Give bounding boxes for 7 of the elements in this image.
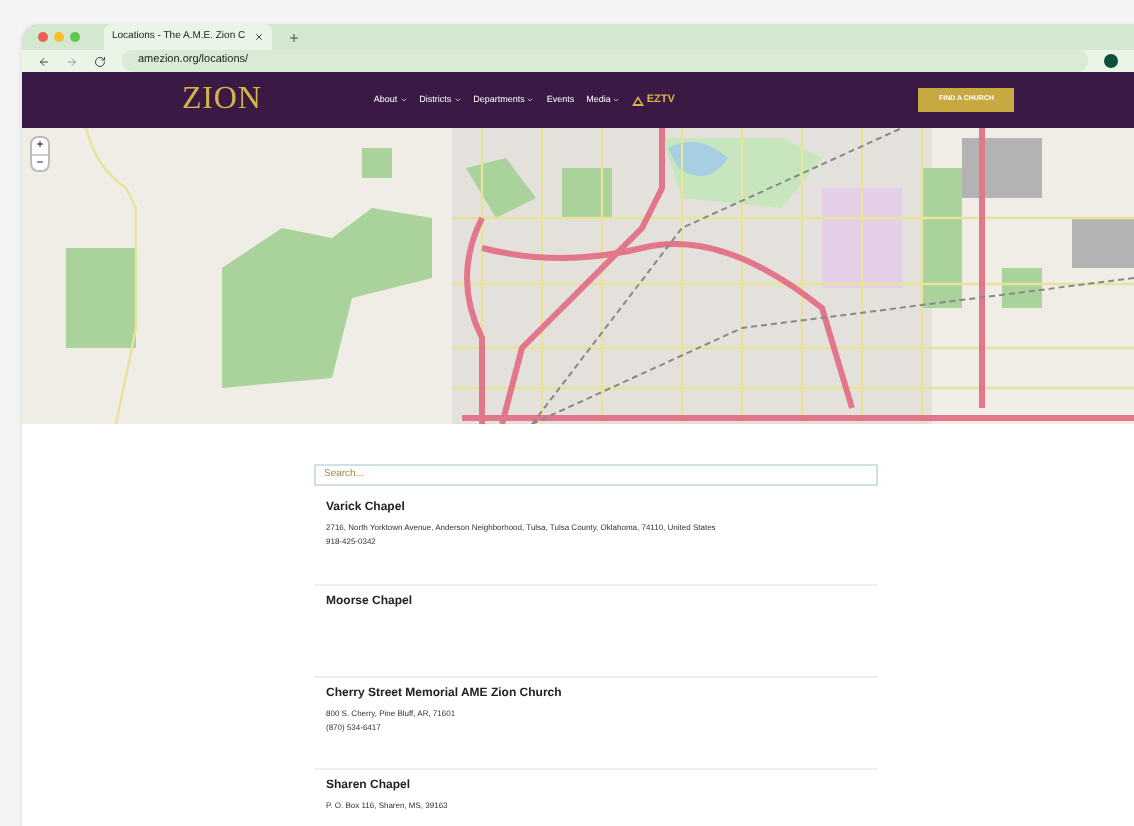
new-tab-icon[interactable]: [287, 31, 300, 43]
site-logo[interactable]: ZION: [182, 76, 262, 124]
close-window-icon[interactable]: [38, 32, 48, 42]
triangle-logo-icon[interactable]: [632, 95, 645, 105]
reload-icon[interactable]: [94, 55, 106, 67]
profile-avatar-icon[interactable]: [1104, 54, 1118, 68]
back-icon[interactable]: [38, 55, 50, 67]
